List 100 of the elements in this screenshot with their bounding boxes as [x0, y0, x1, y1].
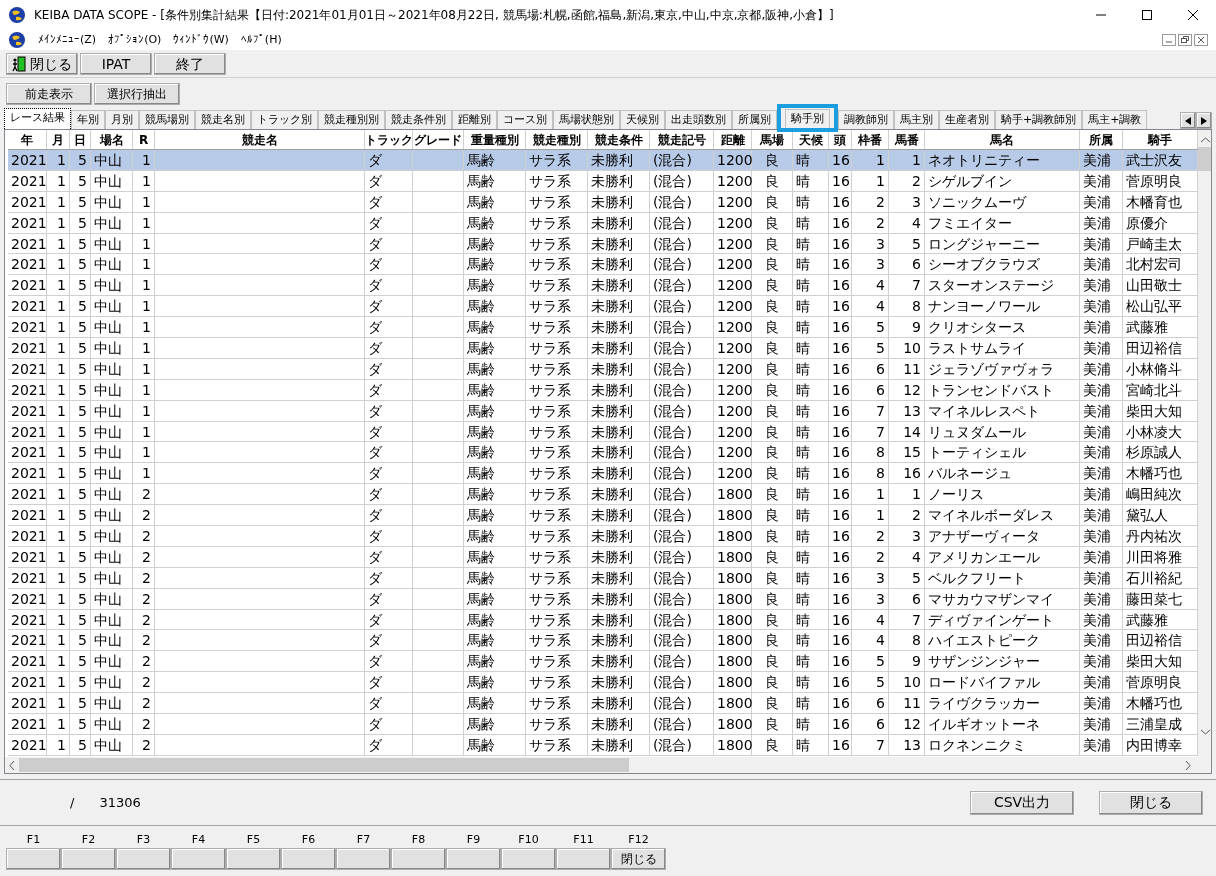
tab[interactable]: 距離別: [452, 110, 497, 129]
table-row[interactable]: 2021 1 5 中山 1 ダ 馬齢 サラ系 未勝利 (混合) 1200 良 晴 16 5 9 クリオシタース 美浦 武藤雅: [8, 317, 1198, 338]
table-row[interactable]: 2021 1 5 中山 2 ダ 馬齢 サラ系 未勝利 (混合) 1800 良 晴 16 5 9 サザンジンジャー 美浦 柴田大知: [8, 651, 1198, 673]
function-key-button[interactable]: [226, 848, 281, 870]
toolbar-button[interactable]: 選択行抽出: [94, 83, 180, 105]
function-key-button[interactable]: [391, 848, 446, 870]
column-header[interactable]: R: [133, 130, 155, 149]
function-key-button[interactable]: [336, 848, 391, 870]
table-row[interactable]: 2021 1 5 中山 2 ダ 馬齢 サラ系 未勝利 (混合) 1800 良 晴 16 2 4 アメリカンエール 美浦 川田将雅: [8, 546, 1198, 568]
table-row[interactable]: 2021 1 5 中山 2 ダ 馬齢 サラ系 未勝利 (混合) 1800 良 晴 16 2 3 アナザーヴィータ 美浦 丹内祐次: [8, 526, 1198, 547]
tab[interactable]: コース別: [497, 110, 553, 129]
function-key-button[interactable]: 閉じる: [611, 848, 666, 870]
tab[interactable]: 年別: [71, 110, 105, 129]
action-button[interactable]: 閉じる: [1099, 790, 1203, 815]
table-row[interactable]: 2021 1 5 中山 2 ダ 馬齢 サラ系 未勝利 (混合) 1800 良 晴 16 6 11 ライヴクラッカー 美浦 木幡巧也: [8, 693, 1198, 715]
table-row[interactable]: 2021 1 5 中山 2 ダ 馬齢 サラ系 未勝利 (混合) 1800 良 晴 16 4 8 ハイエストピーク 美浦 田辺裕信: [8, 630, 1198, 652]
tab[interactable]: 競走名別: [195, 110, 251, 129]
action-button[interactable]: CSV出力: [970, 790, 1074, 815]
table-row[interactable]: 2021 1 5 中山 1 ダ 馬齢 サラ系 未勝利 (混合) 1200 良 晴 16 6 12 トランセンドバスト 美浦 宮崎北斗: [8, 379, 1198, 401]
table-row[interactable]: 2021 1 5 中山 1 ダ 馬齢 サラ系 未勝利 (混合) 1200 良 晴 16 7 14 リュヌダムール 美浦 小林凌大: [8, 421, 1198, 443]
restore-icon[interactable]: [1178, 34, 1192, 46]
table-row[interactable]: 2021 1 5 中山 1 ダ 馬齢 サラ系 未勝利 (混合) 1200 良 晴 16 2 3 ソニックムーヴ 美浦 木幡育也: [8, 191, 1198, 213]
column-header[interactable]: 所属: [1080, 130, 1123, 149]
column-header[interactable]: グレード: [413, 130, 464, 149]
tab[interactable]: 競走種別別: [318, 110, 385, 129]
table-row[interactable]: 2021 1 5 中山 1 ダ 馬齢 サラ系 未勝利 (混合) 1200 良 晴 16 8 15 トーティシェル 美浦 杉原誠人: [8, 442, 1198, 464]
table-row[interactable]: 2021 1 5 中山 2 ダ 馬齢 サラ系 未勝利 (混合) 1800 良 晴 16 1 1 ノーリス 美浦 嶋田純次: [8, 484, 1198, 506]
column-header[interactable]: 日: [70, 130, 91, 149]
column-header[interactable]: 月: [47, 130, 70, 149]
column-header[interactable]: トラック: [365, 130, 413, 149]
tab[interactable]: 競馬場別: [139, 110, 195, 129]
column-header[interactable]: 枠番: [852, 130, 889, 149]
tab[interactable]: 騎手+調教師別: [995, 110, 1083, 129]
column-header[interactable]: 競走名: [155, 130, 365, 149]
column-header[interactable]: 馬番: [889, 130, 925, 149]
tab[interactable]: 馬主+調教: [1082, 110, 1148, 129]
scroll-right-button[interactable]: [1196, 112, 1212, 129]
table-row[interactable]: 2021 1 5 中山 2 ダ 馬齢 サラ系 未勝利 (混合) 1800 良 晴 16 4 7 ディヴァインゲート 美浦 武藤雅: [8, 609, 1198, 631]
column-header[interactable]: 天候: [793, 130, 829, 149]
table-row[interactable]: 2021 1 5 中山 1 ダ 馬齢 サラ系 未勝利 (混合) 1200 良 晴 16 4 7 スターオンステージ 美浦 山田敬士: [8, 275, 1198, 297]
toolbar-button[interactable]: 前走表示: [6, 83, 92, 105]
table-row[interactable]: 2021 1 5 中山 2 ダ 馬齢 サラ系 未勝利 (混合) 1800 良 晴 16 7 13 ロクネンニクミ 美浦 内田博幸: [8, 734, 1198, 756]
table-row[interactable]: 2021 1 5 中山 2 ダ 馬齢 サラ系 未勝利 (混合) 1800 良 晴 16 3 6 マサカウマザンマイ 美浦 藤田菜七: [8, 588, 1198, 610]
table-row[interactable]: 2021 1 5 中山 1 ダ 馬齢 サラ系 未勝利 (混合) 1200 良 晴 16 3 6 シーオブクラウズ 美浦 北村宏司: [8, 254, 1198, 276]
tab[interactable]: 競走条件別: [385, 110, 452, 129]
tab[interactable]: レース結果: [4, 108, 71, 129]
table-row[interactable]: 2021 1 5 中山 1 ダ 馬齢 サラ系 未勝利 (混合) 1200 良 晴 16 4 8 ナンヨーノワール 美浦 松山弘平: [8, 296, 1198, 318]
menu-item[interactable]: ｳｨﾝﾄﾞｳ(W): [173, 31, 229, 49]
table-row[interactable]: 2021 1 5 中山 1 ダ 馬齢 サラ系 未勝利 (混合) 1200 良 晴 16 7 13 マイネルレスペト 美浦 柴田大知: [8, 400, 1198, 422]
tab[interactable]: 所属別: [732, 110, 777, 129]
scrollbar-thumb[interactable]: [19, 758, 629, 772]
column-header[interactable]: 競走条件: [588, 130, 650, 149]
tab[interactable]: 出走頭数別: [665, 110, 732, 129]
tab[interactable]: 調教師別: [838, 110, 894, 129]
function-key-button[interactable]: [171, 848, 226, 870]
column-header[interactable]: 頭: [829, 130, 852, 149]
horizontal-scrollbar[interactable]: [5, 757, 1211, 773]
table-row[interactable]: 2021 1 5 中山 1 ダ 馬齢 サラ系 未勝利 (混合) 1200 良 晴 16 8 16 バルネージュ 美浦 木幡巧也: [8, 463, 1198, 485]
column-header[interactable]: 競走種別: [526, 130, 588, 149]
table-row[interactable]: 2021 1 5 中山 2 ダ 馬齢 サラ系 未勝利 (混合) 1800 良 晴 16 1 2 マイネルボーダレス 美浦 黛弘人: [8, 505, 1198, 527]
table-row[interactable]: 2021 1 5 中山 2 ダ 馬齢 サラ系 未勝利 (混合) 1800 良 晴 16 6 12 イルギオットーネ 美浦 三浦皇成: [8, 714, 1198, 735]
column-header[interactable]: 年: [8, 130, 47, 149]
scroll-left-button[interactable]: [1180, 112, 1196, 129]
tab[interactable]: 馬主別: [894, 110, 939, 129]
function-key-button[interactable]: [61, 848, 116, 870]
toolbar-button[interactable]: IPAT: [80, 53, 152, 75]
table-row[interactable]: 2021 1 5 中山 1 ダ 馬齢 サラ系 未勝利 (混合) 1200 良 晴 16 6 11 ジェラゾヴァヴォラ 美浦 小林脩斗: [8, 358, 1198, 380]
tab[interactable]: 騎手別: [785, 109, 830, 128]
function-key-button[interactable]: [446, 848, 501, 870]
scrollbar-thumb[interactable]: [1198, 147, 1211, 171]
tab[interactable]: トラック別: [251, 110, 318, 129]
function-key-button[interactable]: [556, 848, 611, 870]
menu-item[interactable]: ｵﾌﾟｼｮﾝ(O): [108, 31, 162, 49]
menu-item[interactable]: ﾒｲﾝﾒﾆｭｰ(Z): [38, 31, 97, 49]
table-row[interactable]: 2021 1 5 中山 2 ダ 馬齢 サラ系 未勝利 (混合) 1800 良 晴 16 3 5 ベルクフリート 美浦 石川裕紀: [8, 567, 1198, 589]
tab[interactable]: 天候別: [620, 110, 665, 129]
function-key-button[interactable]: [6, 848, 61, 870]
table-row[interactable]: 2021 1 5 中山 1 ダ 馬齢 サラ系 未勝利 (混合) 1200 良 晴 16 5 10 ラストサムライ 美浦 田辺裕信: [8, 338, 1198, 359]
tab[interactable]: 馬場状態別: [553, 110, 620, 129]
close-icon[interactable]: [1194, 34, 1208, 46]
toolbar-button[interactable]: 終了: [154, 53, 226, 75]
function-key-button[interactable]: [281, 848, 336, 870]
column-header[interactable]: 場名: [91, 130, 133, 149]
column-header[interactable]: 距離: [714, 130, 752, 149]
column-header[interactable]: 馬場: [752, 130, 793, 149]
table-row[interactable]: 2021 1 5 中山 1 ダ 馬齢 サラ系 未勝利 (混合) 1200 良 晴 16 1 2 シゲルブイン 美浦 菅原明良: [8, 170, 1198, 192]
table-row[interactable]: 2021 1 5 中山 2 ダ 馬齢 サラ系 未勝利 (混合) 1800 良 晴 16 5 10 ロードバイファル 美浦 菅原明良: [8, 672, 1198, 694]
tab[interactable]: 生産者別: [939, 110, 995, 129]
table-row[interactable]: 2021 1 5 中山 1 ダ 馬齢 サラ系 未勝利 (混合) 1200 良 晴 16 2 4 フミエイター 美浦 原優介: [8, 212, 1198, 234]
table-row[interactable]: 2021 1 5 中山 1 ダ 馬齢 サラ系 未勝利 (混合) 1200 良 晴 16 3 5 ロングジャーニー 美浦 戸崎圭太: [8, 233, 1198, 255]
toolbar-button[interactable]: 閉じる: [6, 53, 78, 75]
column-header[interactable]: 競走記号: [650, 130, 714, 149]
tab[interactable]: 月別: [105, 110, 139, 129]
column-header[interactable]: 重量種別: [464, 130, 526, 149]
function-key-button[interactable]: [116, 848, 171, 870]
function-key-button[interactable]: [501, 848, 556, 870]
table-row[interactable]: 2021 1 5 中山 1 ダ 馬齢 サラ系 未勝利 (混合) 1200 良 晴 16 1 1 ネオトリニティー 美浦 武士沢友: [8, 150, 1198, 171]
column-header[interactable]: 馬名: [925, 130, 1080, 149]
menu-item[interactable]: ﾍﾙﾌﾟ(H): [240, 31, 282, 49]
vertical-scrollbar[interactable]: [1198, 130, 1211, 757]
